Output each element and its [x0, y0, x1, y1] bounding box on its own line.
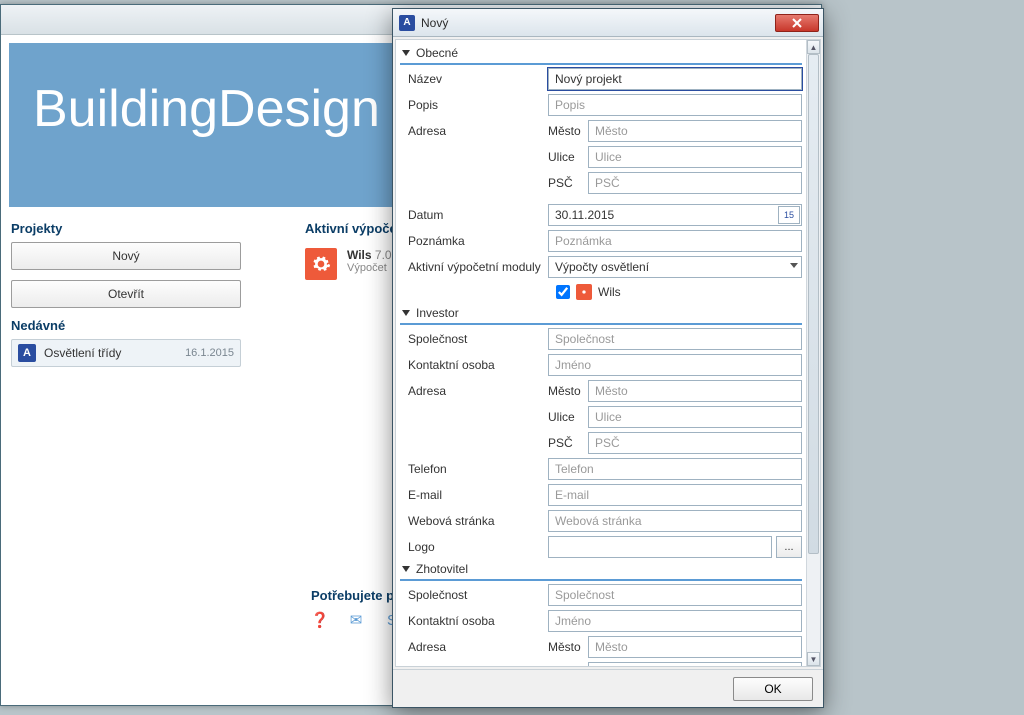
- label-datum: Datum: [400, 208, 548, 222]
- wils-label: Wils: [598, 285, 621, 299]
- dialog-footer: OK: [393, 669, 823, 707]
- help-heading: Potřebujete po: [311, 588, 402, 603]
- label-nazev: Název: [400, 72, 548, 86]
- dialog-title: Nový: [421, 16, 448, 30]
- group-header-obecne[interactable]: Obecné: [400, 44, 802, 65]
- zhotovitel-mesto-input[interactable]: [588, 636, 802, 658]
- zhotovitel-spolecnost-input[interactable]: [548, 584, 802, 606]
- collapse-icon: [402, 566, 410, 572]
- investor-logo-input[interactable]: [548, 536, 772, 558]
- label-kontakt: Kontaktní osoba: [400, 358, 548, 372]
- investor-email-input[interactable]: [548, 484, 802, 506]
- mesto-input[interactable]: [588, 120, 802, 142]
- label-mesto: Město: [548, 124, 588, 138]
- datum-input[interactable]: [548, 204, 802, 226]
- collapse-icon: [402, 50, 410, 56]
- group-header-zhotovitel[interactable]: Zhotovitel: [400, 560, 802, 581]
- close-icon: [792, 18, 802, 28]
- investor-ulice-input[interactable]: [588, 406, 802, 428]
- projects-heading: Projekty: [11, 221, 281, 236]
- ok-button[interactable]: OK: [733, 677, 813, 701]
- scroll-down-button[interactable]: ▼: [807, 652, 820, 666]
- recent-project-name: Osvětlení třídy: [44, 346, 121, 360]
- label-psc: PSČ: [548, 436, 588, 450]
- group-label: Obecné: [416, 46, 458, 60]
- recent-project-date: 16.1.2015: [185, 347, 234, 359]
- dialog-titlebar[interactable]: A Nový: [393, 9, 823, 37]
- recent-heading: Nedávné: [11, 318, 281, 333]
- mail-icon[interactable]: ✉: [347, 611, 365, 629]
- investor-telefon-input[interactable]: [548, 458, 802, 480]
- new-project-button[interactable]: Nový: [11, 242, 241, 270]
- zhotovitel-kontakt-input[interactable]: [548, 610, 802, 632]
- label-logo: Logo: [400, 540, 548, 554]
- recent-project-item[interactable]: A Osvětlení třídy 16.1.2015: [11, 339, 241, 367]
- active-module-name: Wils: [347, 248, 372, 262]
- label-mesto: Město: [548, 640, 588, 654]
- label-telefon: Telefon: [400, 462, 548, 476]
- group-label: Investor: [416, 306, 459, 320]
- wils-checkbox[interactable]: [556, 285, 570, 299]
- label-web: Webová stránka: [400, 514, 548, 528]
- investor-mesto-input[interactable]: [588, 380, 802, 402]
- label-poznamka: Poznámka: [400, 234, 548, 248]
- group-header-investor[interactable]: Investor: [400, 304, 802, 325]
- label-ulice: Ulice: [548, 410, 588, 424]
- active-module-version: 7.0: [375, 248, 392, 262]
- active-module-sub: Výpočet: [347, 262, 392, 274]
- label-adresa: Adresa: [400, 384, 548, 398]
- label-moduly: Aktivní výpočetní moduly: [400, 260, 548, 274]
- scroll-thumb[interactable]: [808, 54, 819, 554]
- label-ulice: Ulice: [548, 150, 588, 164]
- calendar-icon[interactable]: 15: [778, 206, 800, 224]
- psc-input[interactable]: [588, 172, 802, 194]
- collapse-icon: [402, 310, 410, 316]
- popis-input[interactable]: [548, 94, 802, 116]
- moduly-select[interactable]: Výpočty osvětlení: [548, 256, 802, 278]
- app-logo-icon: A: [18, 344, 36, 362]
- label-psc: PSČ: [548, 176, 588, 190]
- label-popis: Popis: [400, 98, 548, 112]
- gear-icon: [305, 248, 337, 280]
- label-spolecnost: Společnost: [400, 588, 548, 602]
- label-mesto: Město: [548, 384, 588, 398]
- help-section: Potřebujete po ❓ ✉ S: [311, 588, 402, 629]
- close-button[interactable]: [775, 14, 819, 32]
- nazev-input[interactable]: [548, 68, 802, 90]
- investor-psc-input[interactable]: [588, 432, 802, 454]
- label-adresa: Adresa: [400, 124, 548, 138]
- label-adresa: Adresa: [400, 640, 548, 654]
- investor-spolecnost-input[interactable]: [548, 328, 802, 350]
- dialog-scrollbar[interactable]: ▲ ▼: [806, 40, 820, 666]
- open-project-button[interactable]: Otevřít: [11, 280, 241, 308]
- group-label: Zhotovitel: [416, 562, 468, 576]
- help-icon[interactable]: ❓: [311, 611, 329, 629]
- investor-kontakt-input[interactable]: [548, 354, 802, 376]
- label-kontakt: Kontaktní osoba: [400, 614, 548, 628]
- zhotovitel-ulice-input[interactable]: [588, 662, 802, 666]
- wils-icon: [576, 284, 592, 300]
- new-project-dialog: A Nový Obecné Název Popis Adresa Město: [392, 8, 824, 708]
- label-email: E-mail: [400, 488, 548, 502]
- poznamka-input[interactable]: [548, 230, 802, 252]
- ulice-input[interactable]: [588, 146, 802, 168]
- app-logo-icon: A: [399, 15, 415, 31]
- scroll-up-button[interactable]: ▲: [807, 40, 820, 54]
- investor-web-input[interactable]: [548, 510, 802, 532]
- label-spolecnost: Společnost: [400, 332, 548, 346]
- logo-browse-button[interactable]: ...: [776, 536, 802, 558]
